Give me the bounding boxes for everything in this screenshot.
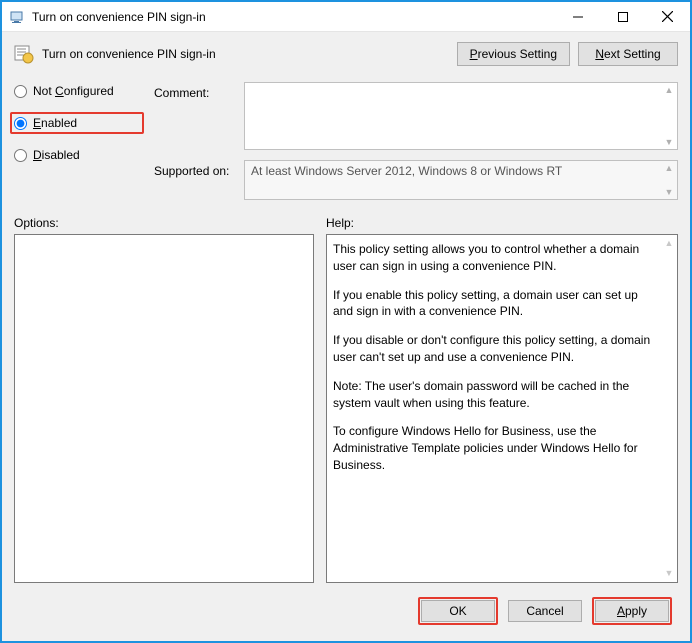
comment-field[interactable] — [245, 83, 677, 149]
state-radio-group: Not Configured Enabled Disabled — [14, 82, 144, 200]
radio-label: Not Configured — [33, 84, 114, 98]
apply-highlight: Apply — [592, 597, 672, 625]
help-text: To configure Windows Hello for Business,… — [333, 423, 659, 473]
comment-label: Comment: — [154, 82, 244, 100]
next-setting-button[interactable]: Next Setting — [578, 42, 678, 66]
scrollbar[interactable]: ▲▼ — [661, 161, 677, 199]
gpo-dialog: Turn on convenience PIN sign-in Turn o — [0, 0, 692, 643]
policy-name: Turn on convenience PIN sign-in — [42, 47, 449, 61]
app-icon — [10, 9, 26, 25]
scrollbar[interactable]: ▲▼ — [661, 83, 677, 149]
dialog-footer: OK Cancel Apply — [14, 591, 678, 631]
titlebar: Turn on convenience PIN sign-in — [2, 2, 690, 32]
radio-not-configured[interactable]: Not Configured — [14, 84, 144, 98]
help-text: This policy setting allows you to contro… — [333, 241, 659, 275]
radio-enabled-input[interactable] — [14, 117, 27, 130]
supported-label: Supported on: — [154, 160, 244, 178]
window-title: Turn on convenience PIN sign-in — [32, 10, 206, 24]
radio-disabled[interactable]: Disabled — [14, 148, 144, 162]
cancel-button[interactable]: Cancel — [508, 600, 582, 622]
apply-button[interactable]: Apply — [595, 600, 669, 622]
supported-on-field: At least Windows Server 2012, Windows 8 … — [244, 160, 678, 200]
ok-highlight: OK — [418, 597, 498, 625]
radio-enabled-highlight: Enabled — [10, 112, 144, 134]
radio-label: Enabled — [33, 116, 77, 130]
close-button[interactable] — [645, 2, 690, 32]
help-text: If you enable this policy setting, a dom… — [333, 287, 659, 321]
minimize-button[interactable] — [555, 2, 600, 32]
options-panel — [14, 234, 314, 583]
help-label: Help: — [326, 216, 678, 230]
radio-enabled[interactable]: Enabled — [14, 116, 77, 130]
supported-on-text: At least Windows Server 2012, Windows 8 … — [245, 161, 677, 181]
radio-disabled-input[interactable] — [14, 149, 27, 162]
policy-icon — [14, 44, 34, 64]
previous-setting-button[interactable]: Previous Setting — [457, 42, 570, 66]
comment-field-container: ▲▼ — [244, 82, 678, 150]
help-panel: This policy setting allows you to contro… — [326, 234, 678, 583]
radio-not-configured-input[interactable] — [14, 85, 27, 98]
scrollbar[interactable]: ▲▼ — [661, 235, 677, 582]
ok-button[interactable]: OK — [421, 600, 495, 622]
radio-label: Disabled — [33, 148, 80, 162]
help-text: If you disable or don't configure this p… — [333, 332, 659, 366]
help-text: Note: The user's domain password will be… — [333, 378, 659, 412]
maximize-button[interactable] — [600, 2, 645, 32]
options-label: Options: — [14, 216, 314, 230]
